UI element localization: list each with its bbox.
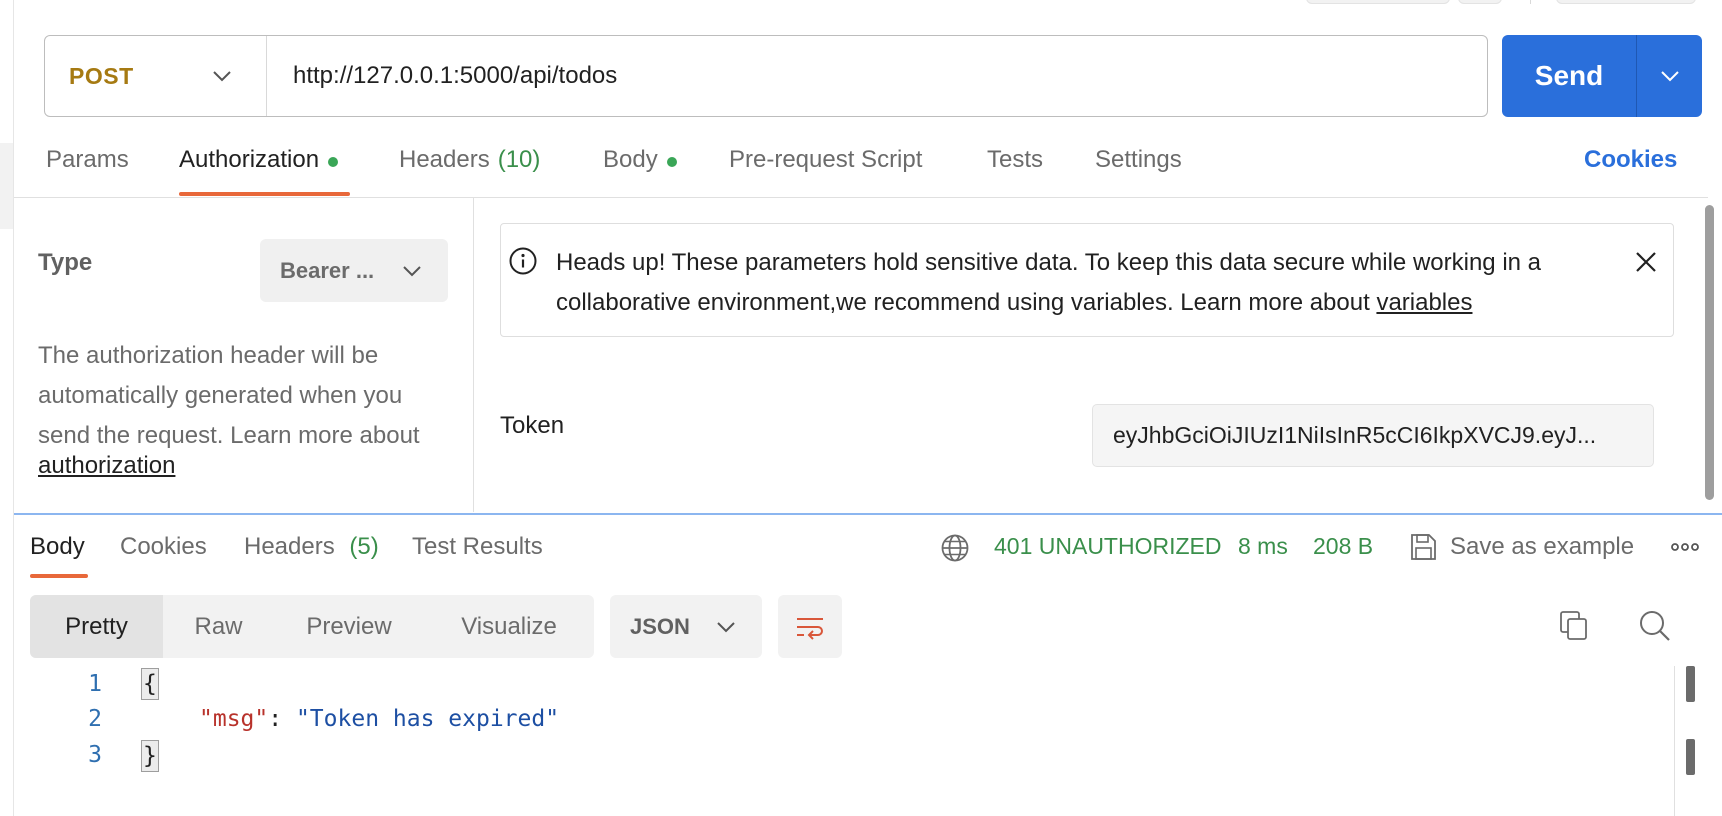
info-icon	[509, 247, 537, 275]
chevron-down-icon	[213, 71, 231, 82]
variables-link[interactable]: variables	[1376, 289, 1472, 316]
json-key: "msg"	[199, 706, 269, 732]
view-mode-selector: Pretty Raw Preview Visualize	[30, 595, 594, 658]
tabs-divider	[14, 197, 1708, 198]
auth-type-value: Bearer ...	[280, 257, 375, 283]
top-toolbar-pill[interactable]	[1306, 0, 1450, 4]
modified-dot-icon	[328, 157, 339, 167]
tab-body[interactable]: Body	[603, 146, 677, 194]
response-tab-test-results[interactable]: Test Results	[412, 533, 543, 561]
top-toolbar-pill[interactable]	[1556, 0, 1696, 4]
url-bar: POST http://127.0.0.1:5000/api/todos	[44, 35, 1488, 117]
line-number: 3	[88, 742, 102, 768]
json-colon: :	[268, 706, 296, 732]
search-icon[interactable]	[1638, 609, 1672, 643]
response-tab-body[interactable]: Body	[30, 533, 85, 561]
response-tab-cookies[interactable]: Cookies	[120, 533, 207, 561]
send-options-button[interactable]	[1636, 35, 1702, 117]
code-scroll-marker[interactable]	[1686, 666, 1695, 702]
line-number: 2	[88, 706, 102, 732]
send-button-group: Send	[1502, 35, 1702, 117]
request-scrollbar[interactable]	[1705, 205, 1714, 500]
tab-label: Params	[46, 146, 129, 173]
auth-type-select[interactable]: Bearer ...	[260, 239, 448, 302]
tab-settings[interactable]: Settings	[1095, 146, 1182, 194]
format-label: JSON	[630, 613, 690, 639]
token-input[interactable]: eyJhbGciOiJIUzI1NiIsInR5cCI6IkpXVCJ9.eyJ…	[1092, 404, 1654, 467]
tab-label: Headers	[399, 146, 490, 173]
chevron-down-icon	[717, 621, 735, 632]
code-scroll-track	[1674, 666, 1675, 816]
top-toolbar-divider	[1530, 0, 1531, 4]
close-icon[interactable]	[1634, 250, 1658, 274]
token-value: eyJhbGciOiJIUzI1NiIsInR5cCI6IkpXVCJ9.eyJ…	[1113, 422, 1597, 448]
save-icon[interactable]	[1408, 532, 1438, 562]
more-icon[interactable]	[1670, 540, 1700, 554]
view-mode-visualize[interactable]: Visualize	[424, 595, 594, 658]
code-line-2: "msg": "Token has expired"	[199, 706, 559, 732]
cookies-link[interactable]: Cookies	[1584, 146, 1677, 174]
tab-label: Tests	[987, 146, 1044, 173]
brace-close: }	[141, 740, 159, 772]
tab-count: (5)	[349, 533, 379, 560]
tab-label: Settings	[1095, 146, 1182, 173]
chevron-down-icon	[403, 265, 421, 276]
token-label: Token	[500, 412, 565, 439]
tab-params[interactable]: Params	[46, 146, 129, 194]
gutter-marker	[0, 143, 13, 229]
tab-label: Headers	[244, 533, 335, 560]
format-select[interactable]: JSON	[610, 595, 762, 658]
tab-label: Body	[603, 146, 658, 173]
response-status[interactable]: 401 UNAUTHORIZED	[994, 533, 1221, 560]
view-mode-pretty[interactable]: Pretty	[30, 595, 163, 658]
code-scroll-marker[interactable]	[1686, 739, 1695, 775]
auth-type-label: Type	[38, 249, 93, 276]
json-string: "Token has expired"	[295, 706, 560, 732]
modified-dot-icon	[666, 157, 677, 167]
code-line-3: }	[141, 740, 159, 772]
code-line-1: {	[141, 668, 159, 700]
tab-count: (10)	[497, 146, 541, 173]
chevron-down-icon	[1660, 71, 1679, 82]
view-mode-raw[interactable]: Raw	[163, 595, 274, 658]
method-select[interactable]: POST	[45, 36, 267, 116]
brace-open: {	[141, 668, 159, 700]
auth-description: The authorization header will be automat…	[38, 342, 420, 449]
tab-authorization[interactable]: Authorization	[179, 146, 339, 194]
send-button[interactable]: Send	[1502, 35, 1636, 117]
top-toolbar-pill[interactable]	[1458, 0, 1502, 4]
response-tab-headers[interactable]: Headers (5)	[244, 533, 379, 561]
auth-panel-divider	[473, 198, 474, 512]
tab-headers[interactable]: Headers (10)	[399, 146, 540, 194]
response-size[interactable]: 208 B	[1313, 533, 1373, 560]
copy-icon[interactable]	[1558, 609, 1590, 641]
notice-text: Heads up! These parameters hold sensitiv…	[556, 243, 1616, 323]
line-number: 1	[88, 671, 102, 697]
tab-tests[interactable]: Tests	[987, 146, 1043, 194]
left-gutter	[0, 0, 14, 816]
wrap-lines-button[interactable]	[778, 595, 842, 658]
response-divider[interactable]	[14, 513, 1722, 515]
authorization-learn-more-link[interactable]: authorization	[38, 452, 175, 480]
tab-label: Pre-request Script	[729, 146, 923, 173]
wrap-icon	[797, 617, 823, 640]
tab-pre-request-script[interactable]: Pre-request Script	[729, 146, 922, 194]
response-time[interactable]: 8 ms	[1238, 533, 1288, 560]
active-tab-indicator	[30, 574, 88, 578]
method-label: POST	[69, 62, 134, 89]
globe-icon[interactable]	[940, 533, 970, 563]
save-as-example-button[interactable]: Save as example	[1450, 533, 1634, 561]
view-mode-preview[interactable]: Preview	[274, 595, 424, 658]
active-tab-indicator	[179, 192, 350, 196]
tab-label: Authorization	[179, 146, 320, 173]
url-input[interactable]: http://127.0.0.1:5000/api/todos	[267, 62, 617, 90]
